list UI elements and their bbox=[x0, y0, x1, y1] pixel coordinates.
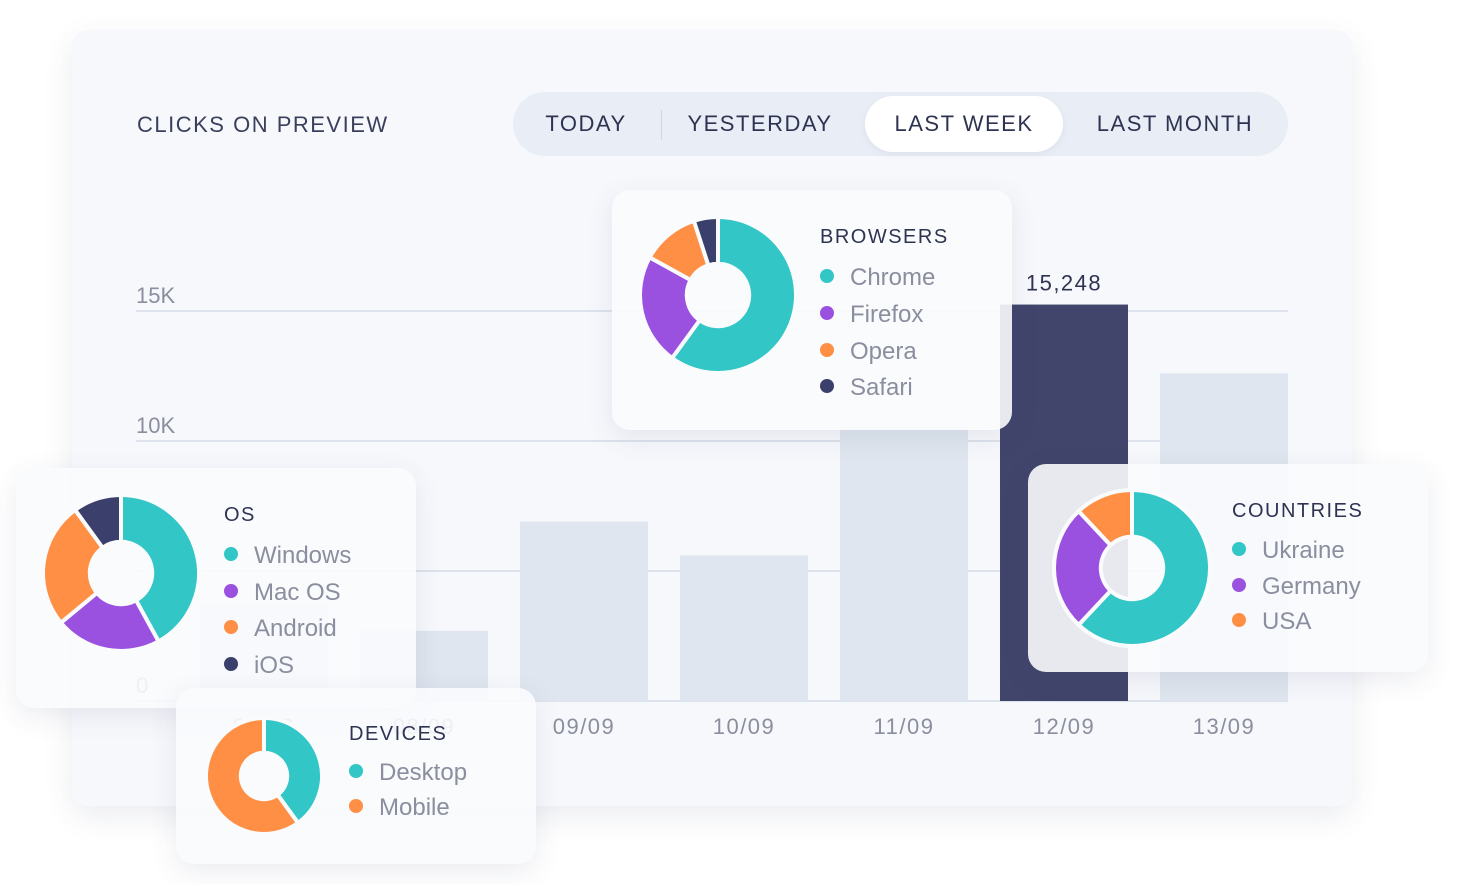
bar-09-09[interactable] bbox=[520, 521, 648, 701]
teal-dot-icon bbox=[349, 764, 363, 778]
browsers-donut bbox=[638, 215, 798, 375]
legend-item-chrome: Chrome bbox=[820, 264, 935, 292]
countries-donut bbox=[1052, 488, 1212, 648]
navy-dot-icon bbox=[224, 657, 238, 671]
orange-dot-icon bbox=[224, 620, 238, 634]
os-panel: OS Windows Mac OS Android iOS bbox=[16, 468, 416, 708]
x-tick-label: 09/09 bbox=[553, 714, 616, 739]
legend-item-germany: Germany bbox=[1232, 573, 1361, 601]
navy-dot-icon bbox=[820, 379, 834, 393]
legend-item-mac-os: Mac OS bbox=[224, 579, 341, 607]
bar-11-09[interactable] bbox=[840, 425, 968, 701]
legend-item-usa: USA bbox=[1232, 608, 1311, 636]
devices-title: DEVICES bbox=[349, 723, 448, 745]
os-title: OS bbox=[224, 504, 256, 526]
countries-title: COUNTRIES bbox=[1232, 500, 1364, 522]
bar-10-09[interactable] bbox=[680, 555, 808, 701]
browsers-title: BROWSERS bbox=[820, 226, 949, 248]
purple-dot-icon bbox=[224, 584, 238, 598]
legend-item-ios: iOS bbox=[224, 652, 294, 680]
orange-dot-icon bbox=[349, 799, 363, 813]
legend-item-desktop: Desktop bbox=[349, 759, 467, 787]
x-tick-label: 11/09 bbox=[874, 714, 935, 739]
countries-panel: COUNTRIES Ukraine Germany USA bbox=[1028, 464, 1428, 672]
purple-dot-icon bbox=[820, 306, 834, 320]
legend-item-firefox: Firefox bbox=[820, 301, 923, 329]
highlight-value-label: 15,248 bbox=[1026, 271, 1102, 296]
legend-item-ukraine: Ukraine bbox=[1232, 537, 1345, 565]
x-tick-label: 10/09 bbox=[713, 714, 776, 739]
devices-donut bbox=[204, 716, 324, 836]
legend-item-windows: Windows bbox=[224, 542, 351, 570]
legend-item-safari: Safari bbox=[820, 374, 913, 402]
legend-item-opera: Opera bbox=[820, 338, 917, 366]
teal-dot-icon bbox=[820, 269, 834, 283]
os-donut bbox=[41, 493, 201, 653]
orange-dot-icon bbox=[820, 343, 834, 357]
browsers-panel: BROWSERS Chrome Firefox Opera Safari bbox=[612, 190, 1012, 430]
legend-item-mobile: Mobile bbox=[349, 794, 450, 822]
legend-item-android: Android bbox=[224, 615, 337, 643]
orange-dot-icon bbox=[1232, 613, 1246, 627]
teal-dot-icon bbox=[1232, 542, 1246, 556]
teal-dot-icon bbox=[224, 547, 238, 561]
y-tick-label: 10K bbox=[136, 413, 175, 438]
devices-panel: DEVICES Desktop Mobile bbox=[176, 688, 536, 864]
y-tick-label: 15K bbox=[136, 283, 175, 308]
x-tick-label: 12/09 bbox=[1033, 714, 1096, 739]
purple-dot-icon bbox=[1232, 578, 1246, 592]
x-tick-label: 13/09 bbox=[1193, 714, 1256, 739]
